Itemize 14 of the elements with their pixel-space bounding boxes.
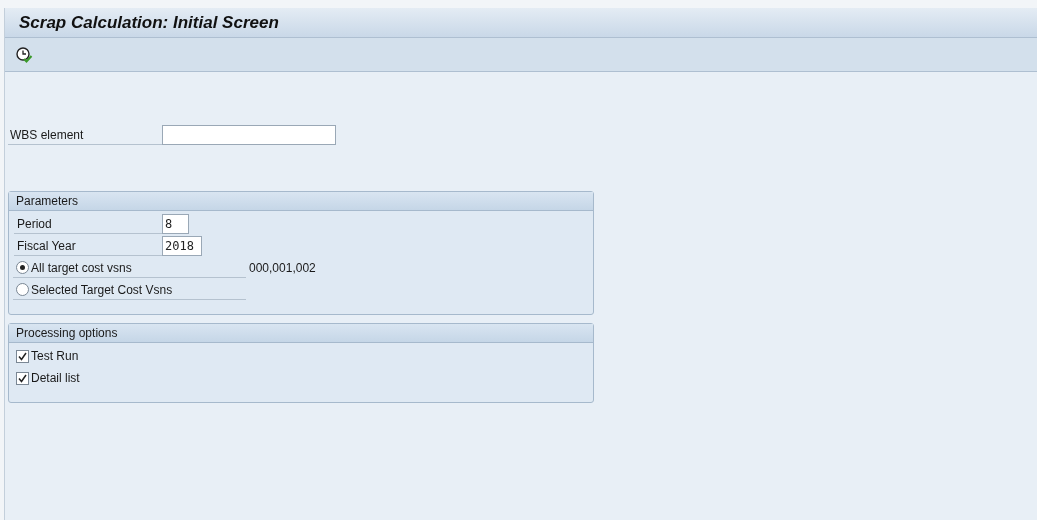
input-field[interactable]: 8 — [162, 214, 189, 234]
window-title: Scrap Calculation: Initial Screen — [19, 11, 279, 34]
checkmark-icon — [18, 373, 27, 383]
execute-icon[interactable] — [15, 45, 33, 64]
radio-option[interactable]: Selected Target Cost Vsns — [13, 280, 246, 300]
radio-option[interactable]: All target cost vsns — [13, 258, 246, 278]
value-text: 000,001,002 — [249, 260, 316, 277]
group-header: Parameters — [9, 192, 593, 211]
checkbox[interactable]: Detail list — [16, 367, 80, 389]
checkmark-icon — [18, 351, 27, 361]
group-header: Processing options — [9, 324, 593, 343]
input-field[interactable] — [162, 125, 336, 145]
checkbox[interactable]: Test Run — [16, 345, 79, 367]
input-field[interactable]: 2018 — [162, 236, 202, 256]
